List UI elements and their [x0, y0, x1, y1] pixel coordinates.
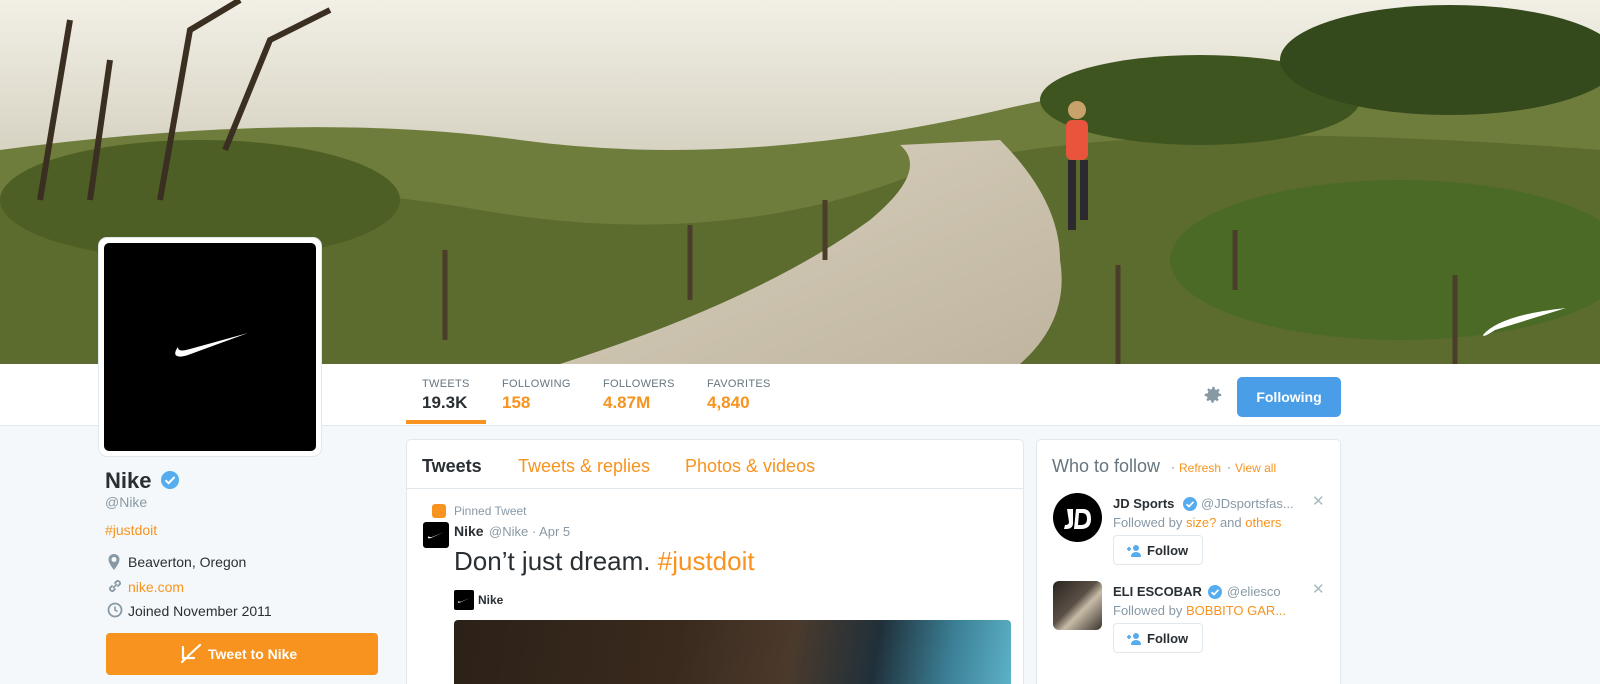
- wtf-separator: ·: [1227, 460, 1231, 474]
- stat-followers[interactable]: FOLLOWERS 4.87M: [603, 378, 675, 413]
- location-text: Beaverton, Oregon: [128, 554, 247, 570]
- user-handle: @eliesco: [1227, 584, 1281, 599]
- followed-by-prefix: Followed by: [1113, 515, 1186, 530]
- stat-tweets-value: 19.3K: [422, 393, 468, 412]
- user-followed-by: Followed by size? and others: [1113, 515, 1281, 530]
- tweet-hashtag[interactable]: #justdoit: [658, 546, 755, 576]
- stat-tweets[interactable]: TWEETS 19.3K: [422, 378, 470, 413]
- verified-icon: [1208, 585, 1222, 599]
- followed-by-mid: and: [1216, 515, 1246, 530]
- timeline-card: Tweets Tweets & replies Photos & videos …: [406, 439, 1024, 684]
- tweet-text-plain: Don’t just dream.: [454, 546, 658, 576]
- user-avatar-eli-escobar[interactable]: [1053, 581, 1102, 630]
- tab-tweets-replies[interactable]: Tweets & replies: [518, 456, 650, 477]
- follow-button-label: Follow: [1147, 631, 1189, 646]
- verified-icon: [161, 471, 179, 489]
- stat-tweets-label: TWEETS: [422, 378, 470, 390]
- swoosh-icon: [427, 532, 444, 539]
- user-followed-by: Followed by BOBBITO GAR...: [1113, 603, 1286, 618]
- stat-following-label: FOLLOWING: [502, 378, 571, 390]
- tab-photos-videos[interactable]: Photos & videos: [685, 456, 815, 477]
- following-button[interactable]: Following: [1237, 377, 1341, 417]
- tweet-to-button[interactable]: Tweet to Nike: [106, 633, 378, 675]
- stat-favorites-label: FAVORITES: [707, 378, 771, 390]
- joined-text: Joined November 2011: [128, 603, 272, 619]
- followed-by-prefix: Followed by: [1113, 603, 1186, 618]
- close-icon[interactable]: ✕: [1312, 492, 1325, 510]
- verified-icon: [1183, 497, 1197, 511]
- location-icon: [108, 554, 120, 570]
- tab-tweets[interactable]: Tweets: [422, 456, 482, 477]
- add-user-icon: [1127, 545, 1141, 557]
- refresh-link[interactable]: Refresh: [1179, 461, 1221, 475]
- followed-by-others-link[interactable]: others: [1245, 515, 1281, 530]
- link-icon: [109, 580, 121, 592]
- active-stat-underline: [406, 420, 486, 424]
- follow-button[interactable]: Follow: [1113, 623, 1203, 653]
- jd-logo-icon: [1064, 509, 1091, 529]
- user-name[interactable]: JD Sports: [1113, 496, 1174, 511]
- profile-handle: @Nike: [105, 494, 148, 510]
- stat-following-value: 158: [502, 393, 531, 412]
- card-logo: [454, 590, 474, 610]
- tweet-author-avatar[interactable]: [423, 522, 449, 548]
- user-handle: @JDsportsfas...: [1201, 496, 1294, 511]
- stat-followers-value: 4.87M: [603, 393, 651, 412]
- follow-button[interactable]: Follow: [1113, 535, 1203, 565]
- swoosh-icon: [175, 333, 248, 357]
- card-name: Nike: [478, 593, 504, 607]
- profile-bio-hashtag[interactable]: #justdoit: [105, 522, 157, 538]
- avatar-image: [104, 243, 316, 451]
- tweet-media-image[interactable]: [454, 620, 1011, 684]
- stat-followers-label: FOLLOWERS: [603, 378, 675, 390]
- pinned-tweet-label: Pinned Tweet: [454, 504, 527, 518]
- followed-by-link[interactable]: size?: [1186, 515, 1216, 530]
- close-icon[interactable]: ✕: [1312, 580, 1325, 598]
- swoosh-icon: [457, 598, 470, 603]
- view-all-link[interactable]: View all: [1235, 461, 1276, 475]
- who-to-follow-title: Who to follow: [1052, 456, 1161, 476]
- clock-icon: [107, 602, 123, 618]
- stat-favorites-value: 4,840: [707, 393, 750, 412]
- timeline-tabs: Tweets Tweets & replies Photos & videos: [407, 440, 1023, 489]
- pin-icon: [432, 504, 446, 518]
- profile-name: Nike: [105, 468, 152, 493]
- user-name[interactable]: ELI ESCOBAR: [1113, 584, 1202, 599]
- user-avatar-jd-sports[interactable]: [1053, 493, 1102, 542]
- who-to-follow-card: Who to follow · Refresh · View all JD Sp…: [1036, 439, 1341, 684]
- followed-by-link[interactable]: BOBBITO GAR...: [1186, 603, 1286, 618]
- tweet-meta: @Nike · Apr 5: [489, 524, 571, 539]
- gear-icon[interactable]: [1202, 384, 1224, 406]
- stat-favorites[interactable]: FAVORITES 4,840: [707, 378, 771, 413]
- tweet-author-name[interactable]: Nike: [454, 523, 484, 539]
- follow-button-label: Follow: [1147, 543, 1189, 558]
- quill-icon: [180, 644, 202, 664]
- tweet-to-label: Tweet to Nike: [208, 646, 298, 662]
- website-link[interactable]: nike.com: [128, 579, 184, 595]
- add-user-icon: [1127, 633, 1141, 645]
- wtf-separator: ·: [1171, 460, 1175, 474]
- profile-avatar[interactable]: [99, 238, 321, 456]
- stat-following[interactable]: FOLLOWING 158: [502, 378, 571, 413]
- tweet-text: Don’t just dream. #justdoit: [454, 546, 755, 577]
